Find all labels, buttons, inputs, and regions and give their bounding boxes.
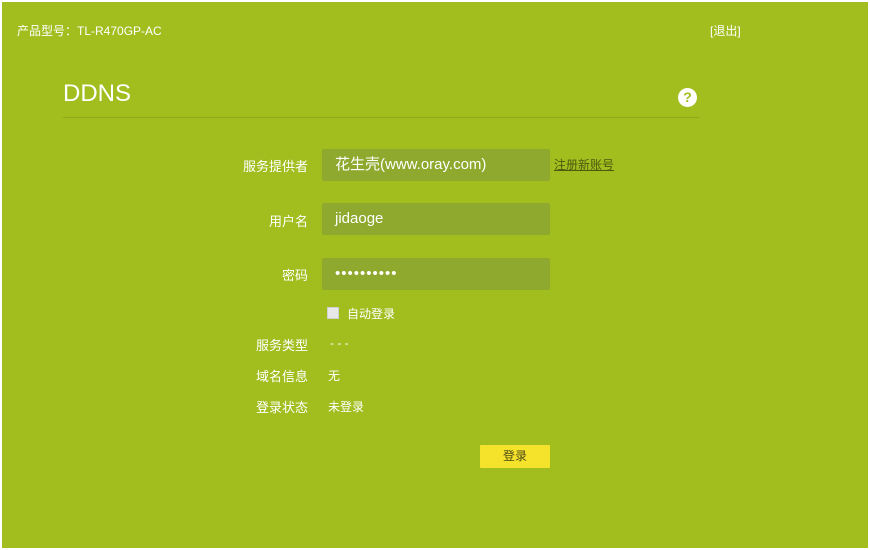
provider-label: 服务提供者 bbox=[242, 159, 308, 174]
password-input[interactable]: •••••••••• bbox=[322, 258, 550, 290]
router-admin-page: 产品型号：TL-R470GP-AC [退出] DDNS ? 服务提供者 花生壳(… bbox=[2, 2, 868, 548]
title-divider bbox=[63, 117, 699, 118]
login-status-value: 未登录 bbox=[328, 400, 365, 414]
service-type-value: - - - bbox=[330, 336, 349, 350]
password-label: 密码 bbox=[281, 268, 308, 283]
logout-link[interactable]: [退出] bbox=[710, 22, 741, 39]
service-type-label: 服务类型 bbox=[255, 338, 308, 353]
product-model-label: 产品型号：TL-R470GP-AC bbox=[17, 24, 162, 38]
domain-info-value: 无 bbox=[328, 369, 341, 383]
page-title: DDNS bbox=[63, 80, 132, 107]
register-account-link[interactable]: 注册新账号 bbox=[554, 156, 614, 173]
auto-login-checkbox[interactable] bbox=[327, 307, 339, 319]
login-button[interactable]: 登录 bbox=[480, 445, 550, 468]
auto-login-label: 自动登录 bbox=[347, 307, 396, 321]
login-status-label: 登录状态 bbox=[255, 400, 308, 415]
help-icon[interactable]: ? bbox=[678, 88, 697, 107]
username-label: 用户名 bbox=[268, 214, 308, 229]
provider-select[interactable]: 花生壳(www.oray.com) bbox=[322, 149, 550, 181]
domain-info-label: 域名信息 bbox=[255, 369, 308, 384]
username-input[interactable]: jidaoge bbox=[322, 203, 550, 235]
